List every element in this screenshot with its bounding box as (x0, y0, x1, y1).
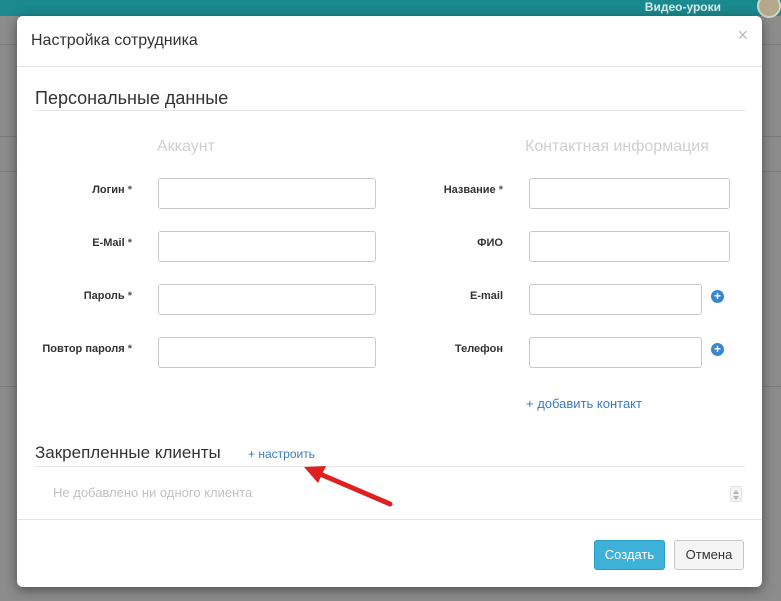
login-input[interactable] (158, 178, 376, 209)
add-contact-link[interactable]: + добавить контакт (526, 396, 642, 411)
contact-column-header: Контактная информация (525, 138, 709, 155)
pinned-clients-title: Закрепленные клиенты (35, 443, 221, 462)
section-divider (35, 466, 745, 467)
modal-header: Настройка сотрудника × (17, 16, 762, 67)
phone-label: Телефон (393, 343, 503, 355)
stepper-up-icon (733, 490, 739, 494)
password-input[interactable] (158, 284, 376, 315)
password-label: Пароль * (22, 290, 132, 302)
add-email-plus-icon[interactable]: + (711, 290, 724, 303)
name-label-text: Название (443, 184, 496, 196)
email-label: E-Mail * (22, 237, 132, 249)
fullname-label-text: ФИО (477, 237, 503, 249)
add-phone-plus-icon[interactable]: + (711, 343, 724, 356)
employee-settings-modal: Настройка сотрудника × Персональные данн… (17, 16, 762, 587)
contact-email-input[interactable] (529, 284, 702, 315)
personal-data-title: Персональные данные (35, 88, 229, 108)
phone-input[interactable] (529, 337, 702, 368)
password-label-text: Пароль (83, 290, 125, 302)
required-mark: * (127, 237, 132, 249)
login-label-text: Логин (92, 184, 125, 196)
required-mark: * (498, 184, 503, 196)
scroll-stepper-icon[interactable] (730, 486, 742, 502)
email-label-text: E-Mail (92, 237, 125, 249)
cancel-button[interactable]: Отмена (674, 540, 744, 570)
required-mark: * (127, 290, 132, 302)
contact-email-label-text: E-mail (469, 290, 503, 302)
fullname-input[interactable] (529, 231, 730, 262)
modal-title: Настройка сотрудника (31, 32, 198, 49)
close-icon[interactable]: × (737, 26, 748, 44)
password-repeat-label-text: Повтор пароля (42, 343, 125, 355)
video-tutorials-link[interactable]: Видео-уроки (645, 0, 721, 14)
email-input[interactable] (158, 231, 376, 262)
create-button[interactable]: Создать (594, 540, 665, 570)
required-mark: * (127, 184, 132, 196)
password-repeat-label: Повтор пароля * (22, 343, 132, 355)
account-column-header: Аккаунт (157, 138, 215, 155)
login-label: Логин * (22, 184, 132, 196)
stepper-down-icon (733, 496, 739, 500)
contact-email-label: E-mail (393, 290, 503, 302)
name-label: Название * (393, 184, 503, 196)
password-repeat-input[interactable] (158, 337, 376, 368)
fullname-label: ФИО (393, 237, 503, 249)
required-mark: * (127, 343, 132, 355)
section-divider (35, 110, 745, 111)
modal-footer: Создать Отмена (17, 519, 762, 587)
phone-label-text: Телефон (454, 343, 503, 355)
configure-clients-link[interactable]: + настроить (248, 447, 315, 461)
name-input[interactable] (529, 178, 730, 209)
no-clients-text: Не добавлено ни одного клиента (53, 485, 253, 500)
